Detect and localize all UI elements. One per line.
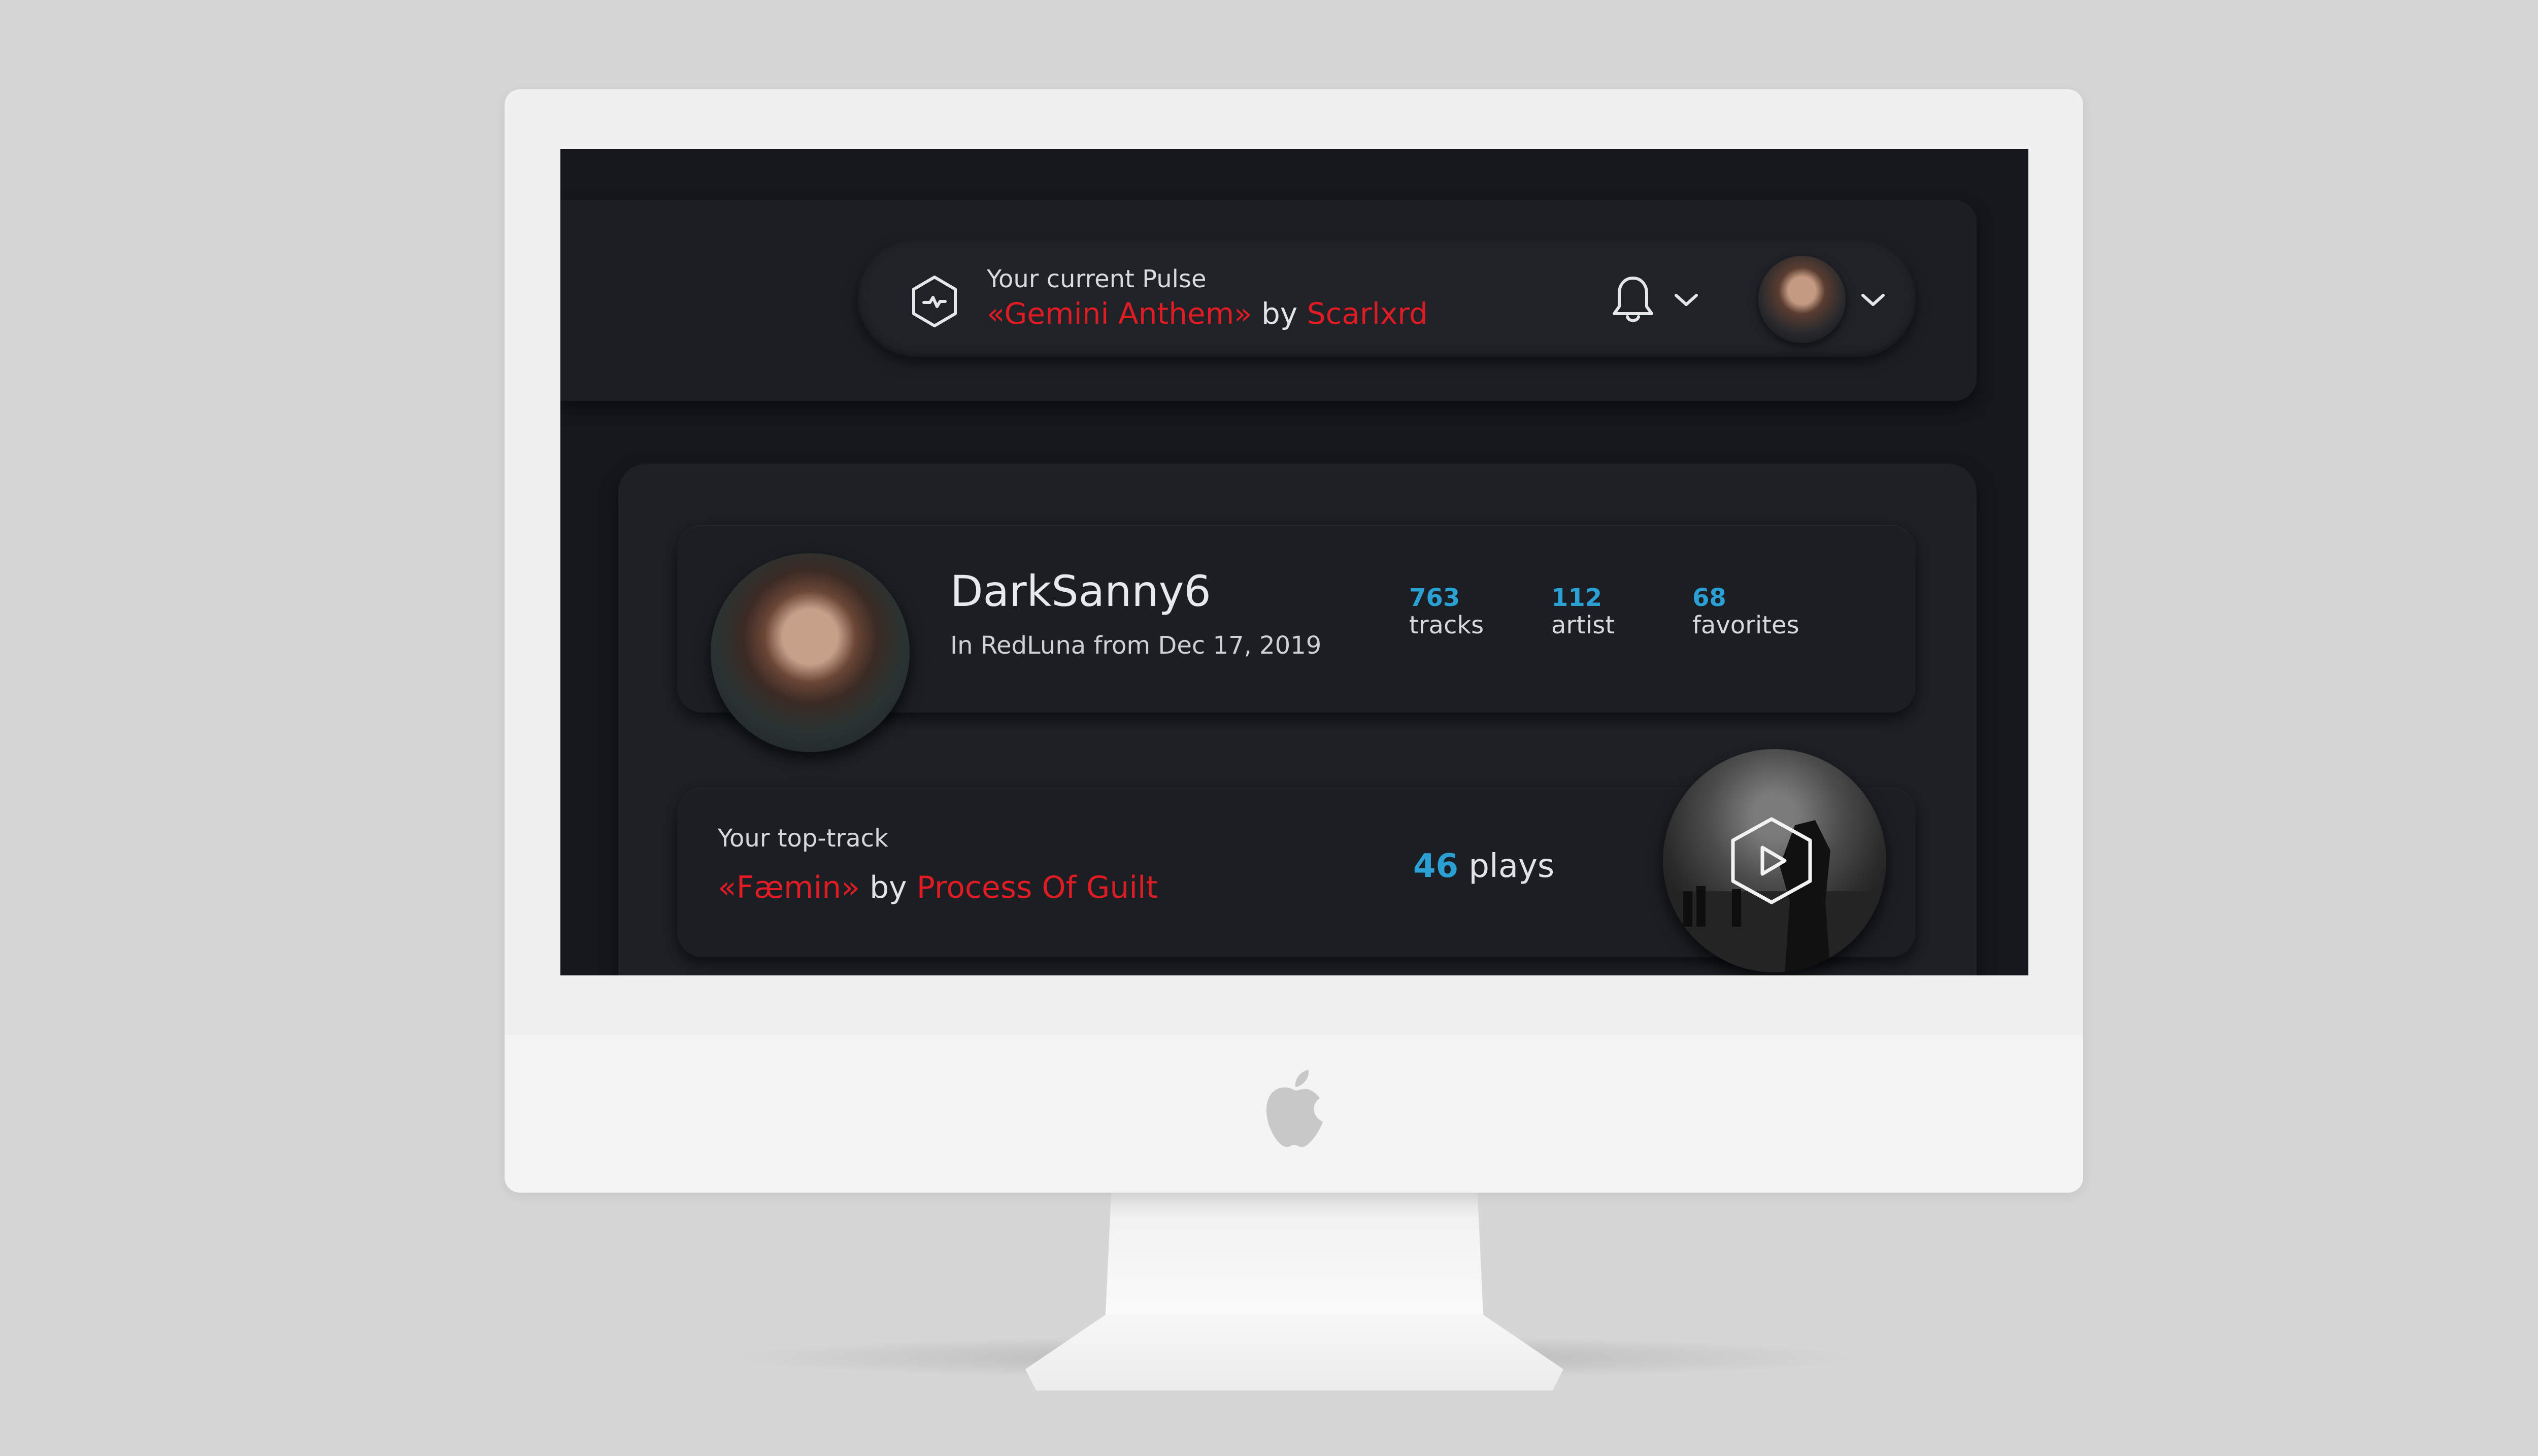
apple-logo-icon [1266, 1070, 1323, 1147]
member-since: In RedLuna from Dec 17, 2019 [950, 631, 1322, 660]
stat-label: favorites [1692, 611, 1799, 639]
pulse-label: Your current Pulse [987, 265, 1207, 293]
stat-value: 112 [1551, 584, 1602, 612]
chevron-down-icon[interactable] [1860, 291, 1886, 309]
play-hexagon-icon[interactable] [1728, 815, 1815, 906]
profile-avatar[interactable] [711, 553, 910, 752]
stat-value: 763 [1409, 584, 1460, 612]
username: DarkSanny6 [950, 566, 1211, 616]
stat-value: 68 [1692, 584, 1726, 612]
user-avatar[interactable] [1758, 256, 1846, 343]
top-track[interactable]: «Fæmin» by Process Of Guilt [718, 870, 1158, 905]
stat-label: artist [1551, 611, 1615, 639]
monitor-stand-foot [1025, 1314, 1563, 1391]
top-track-title[interactable]: «Fæmin» [718, 870, 860, 905]
top-track-by: by [860, 870, 917, 905]
top-track-artist[interactable]: Process Of Guilt [917, 870, 1158, 905]
current-track-by: by [1252, 296, 1307, 331]
stat-label: tracks [1409, 611, 1484, 639]
stat-artist[interactable]: 112 artist [1551, 584, 1615, 638]
screen: Your current Pulse «Gemini Anthem» by Sc… [560, 149, 2028, 975]
chevron-down-icon[interactable] [1673, 291, 1699, 309]
top-track-plays: 46 plays [1413, 848, 1554, 885]
monitor-stand-neck [1106, 1193, 1483, 1314]
bell-icon[interactable] [1611, 273, 1655, 326]
pulse-hexagon-icon[interactable] [910, 274, 959, 329]
stat-favorites[interactable]: 68 favorites [1692, 584, 1799, 638]
plays-label: plays [1458, 848, 1555, 885]
current-track-title[interactable]: «Gemini Anthem» [987, 296, 1252, 331]
top-track-label: Your top-track [718, 824, 888, 853]
stat-tracks[interactable]: 763 tracks [1409, 584, 1484, 638]
current-track[interactable]: «Gemini Anthem» by Scarlxrd [987, 296, 1428, 331]
current-track-artist[interactable]: Scarlxrd [1307, 296, 1428, 331]
plays-count: 46 [1413, 848, 1459, 885]
